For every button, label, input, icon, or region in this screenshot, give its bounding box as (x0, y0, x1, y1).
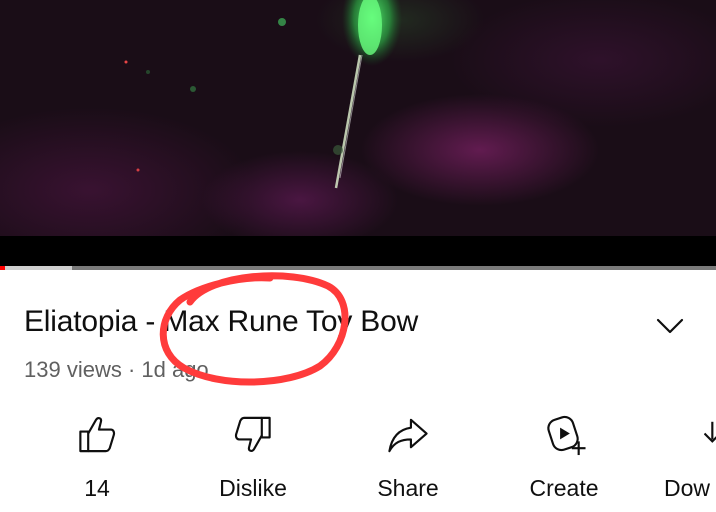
download-label: Dow (664, 475, 711, 501)
create-label: Create (529, 475, 599, 501)
video-frame (124, 0, 402, 189)
dislike-button[interactable]: Dislike (198, 412, 308, 502)
create-button[interactable]: Create (509, 412, 619, 502)
create-icon (547, 415, 586, 456)
download-icon (704, 421, 716, 443)
download-button[interactable]: Dow (664, 412, 716, 502)
progress-buffered (0, 266, 72, 270)
progress-bar[interactable] (0, 266, 716, 270)
progress-played (0, 266, 5, 270)
thumbs-down-icon (234, 416, 271, 452)
share-button[interactable]: Share (353, 412, 463, 502)
video-player[interactable] (0, 0, 716, 236)
thumbs-up-icon (79, 417, 116, 453)
expand-description-button[interactable] (654, 313, 686, 337)
share-arrow-icon (388, 418, 428, 453)
dislike-label: Dislike (219, 475, 287, 501)
video-title[interactable]: Eliatopia - Max Rune Toy Bow (24, 305, 418, 339)
chevron-down-icon (656, 318, 684, 334)
video-bottom-bar (0, 236, 716, 267)
like-button[interactable]: 14 (42, 412, 152, 502)
share-label: Share (377, 475, 439, 501)
like-count: 14 (84, 475, 110, 501)
video-meta[interactable]: 139 views · 1d ago (24, 357, 209, 383)
